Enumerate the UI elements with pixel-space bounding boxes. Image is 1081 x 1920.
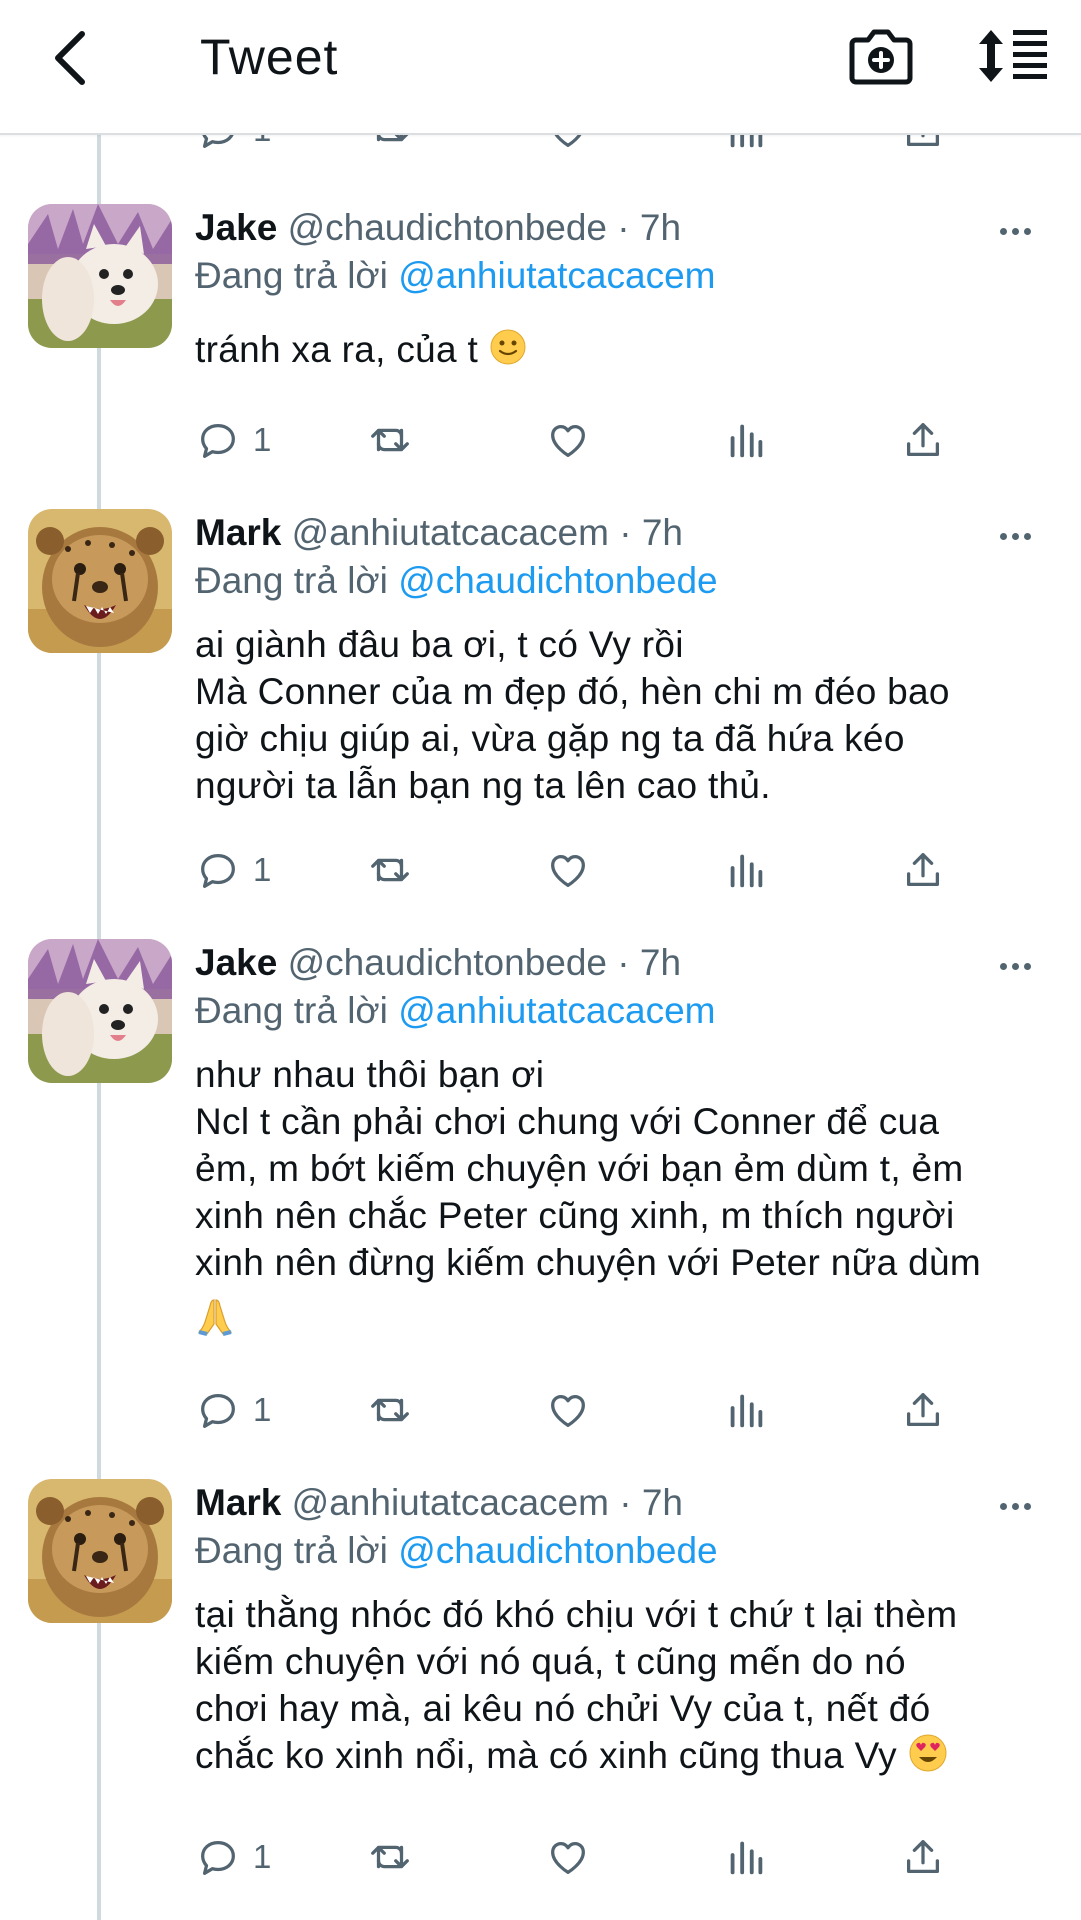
slightly-smiling-face-icon	[489, 328, 527, 377]
mention-link[interactable]: @anhiutatcacacem	[398, 255, 715, 296]
retweet-button[interactable]	[365, 410, 415, 470]
heart-eyes-face-icon	[908, 1733, 948, 1784]
camera-button[interactable]	[848, 26, 914, 86]
retweet-button[interactable]	[365, 1380, 415, 1440]
heart-icon	[545, 847, 591, 893]
chevron-left-icon	[55, 31, 85, 85]
share-button[interactable]	[900, 410, 946, 470]
tweet-text: tại thằng nhóc đó khó chịu với t chứ t l…	[195, 1594, 958, 1776]
tweet-actions: 1	[195, 410, 995, 470]
heart-icon	[545, 417, 591, 463]
display-name[interactable]: Jake	[195, 207, 277, 248]
tweet-text: tránh xa ra, của t	[195, 329, 479, 370]
handle-and-time: @anhiutatcacacem · 7h	[291, 1482, 683, 1523]
like-button[interactable]	[545, 840, 591, 900]
like-button[interactable]	[545, 410, 591, 470]
stats-button[interactable]	[723, 1827, 769, 1887]
reply-button[interactable]: 1	[195, 410, 271, 470]
tweet-actions: 1	[195, 840, 995, 900]
avatar[interactable]	[28, 1479, 172, 1623]
tweet-actions: 1	[195, 1827, 995, 1887]
reply-button[interactable]: 1	[195, 840, 271, 900]
replying-to-label: Đang trả lời	[195, 1530, 399, 1571]
more-options-button[interactable]	[1000, 527, 1048, 547]
retweet-button[interactable]	[365, 1827, 415, 1887]
handle-and-time: @chaudichtonbede · 7h	[287, 207, 682, 248]
heart-icon	[545, 1387, 591, 1433]
display-name[interactable]: Mark	[195, 1482, 281, 1523]
retweet-button[interactable]	[365, 840, 415, 900]
tweet-actions: 1	[195, 1380, 995, 1440]
share-icon	[900, 417, 946, 463]
reply-button[interactable]: 1	[195, 1380, 271, 1440]
reply-count: 1	[253, 1838, 272, 1875]
bar-chart-icon	[723, 847, 769, 893]
share-icon	[900, 1387, 946, 1433]
like-button[interactable]	[545, 1827, 591, 1887]
share-button[interactable]	[900, 840, 946, 900]
handle-and-time: @anhiutatcacacem · 7h	[291, 512, 683, 553]
bar-chart-icon	[723, 417, 769, 463]
sort-icon	[979, 30, 1047, 82]
more-options-button[interactable]	[1000, 957, 1048, 977]
tweet-text: như nhau thôi bạn ơi Ncl t cần phải chơi…	[195, 1054, 981, 1283]
stats-button[interactable]	[723, 840, 769, 900]
bar-chart-icon	[723, 1387, 769, 1433]
avatar[interactable]	[28, 509, 172, 653]
reply-icon	[195, 847, 241, 893]
share-button[interactable]	[900, 1380, 946, 1440]
stats-button[interactable]	[723, 410, 769, 470]
retweet-icon	[365, 1387, 415, 1433]
tweet-text: ai giành đâu ba ơi, t có Vy rồi Mà Conne…	[195, 624, 950, 806]
more-options-button[interactable]	[1000, 222, 1048, 242]
folded-hands-icon	[195, 1296, 1045, 1341]
replying-to-label: Đang trả lời	[195, 560, 399, 601]
reply-count: 1	[253, 421, 272, 458]
mention-link[interactable]: @chaudichtonbede	[398, 1530, 717, 1571]
camera-plus-icon	[849, 29, 913, 85]
retweet-icon	[365, 1834, 415, 1880]
mention-link[interactable]: @anhiutatcacacem	[398, 990, 715, 1031]
bar-chart-icon	[723, 1834, 769, 1880]
sort-replies-button[interactable]	[977, 26, 1049, 86]
reply-count: 1	[253, 1391, 272, 1428]
retweet-icon	[365, 847, 415, 893]
heart-icon	[545, 1834, 591, 1880]
share-button[interactable]	[900, 1827, 946, 1887]
handle-and-time: @chaudichtonbede · 7h	[287, 942, 682, 983]
display-name[interactable]: Jake	[195, 942, 277, 983]
share-icon	[900, 1834, 946, 1880]
avatar[interactable]	[28, 939, 172, 1083]
reply-count: 1	[253, 851, 272, 888]
replying-to-label: Đang trả lời	[195, 990, 399, 1031]
reply-icon	[195, 1834, 241, 1880]
share-icon	[900, 847, 946, 893]
like-button[interactable]	[545, 1380, 591, 1440]
avatar[interactable]	[28, 204, 172, 348]
replying-to-label: Đang trả lời	[195, 255, 399, 296]
page-title: Tweet	[200, 29, 339, 85]
reply-icon	[195, 417, 241, 463]
reply-button[interactable]: 1	[195, 1827, 271, 1887]
more-options-button[interactable]	[1000, 1497, 1048, 1517]
top-bar: Tweet	[0, 0, 1081, 135]
reply-icon	[195, 1387, 241, 1433]
stats-button[interactable]	[723, 1380, 769, 1440]
display-name[interactable]: Mark	[195, 512, 281, 553]
back-button[interactable]	[40, 24, 110, 94]
mention-link[interactable]: @chaudichtonbede	[398, 560, 717, 601]
retweet-icon	[365, 417, 415, 463]
